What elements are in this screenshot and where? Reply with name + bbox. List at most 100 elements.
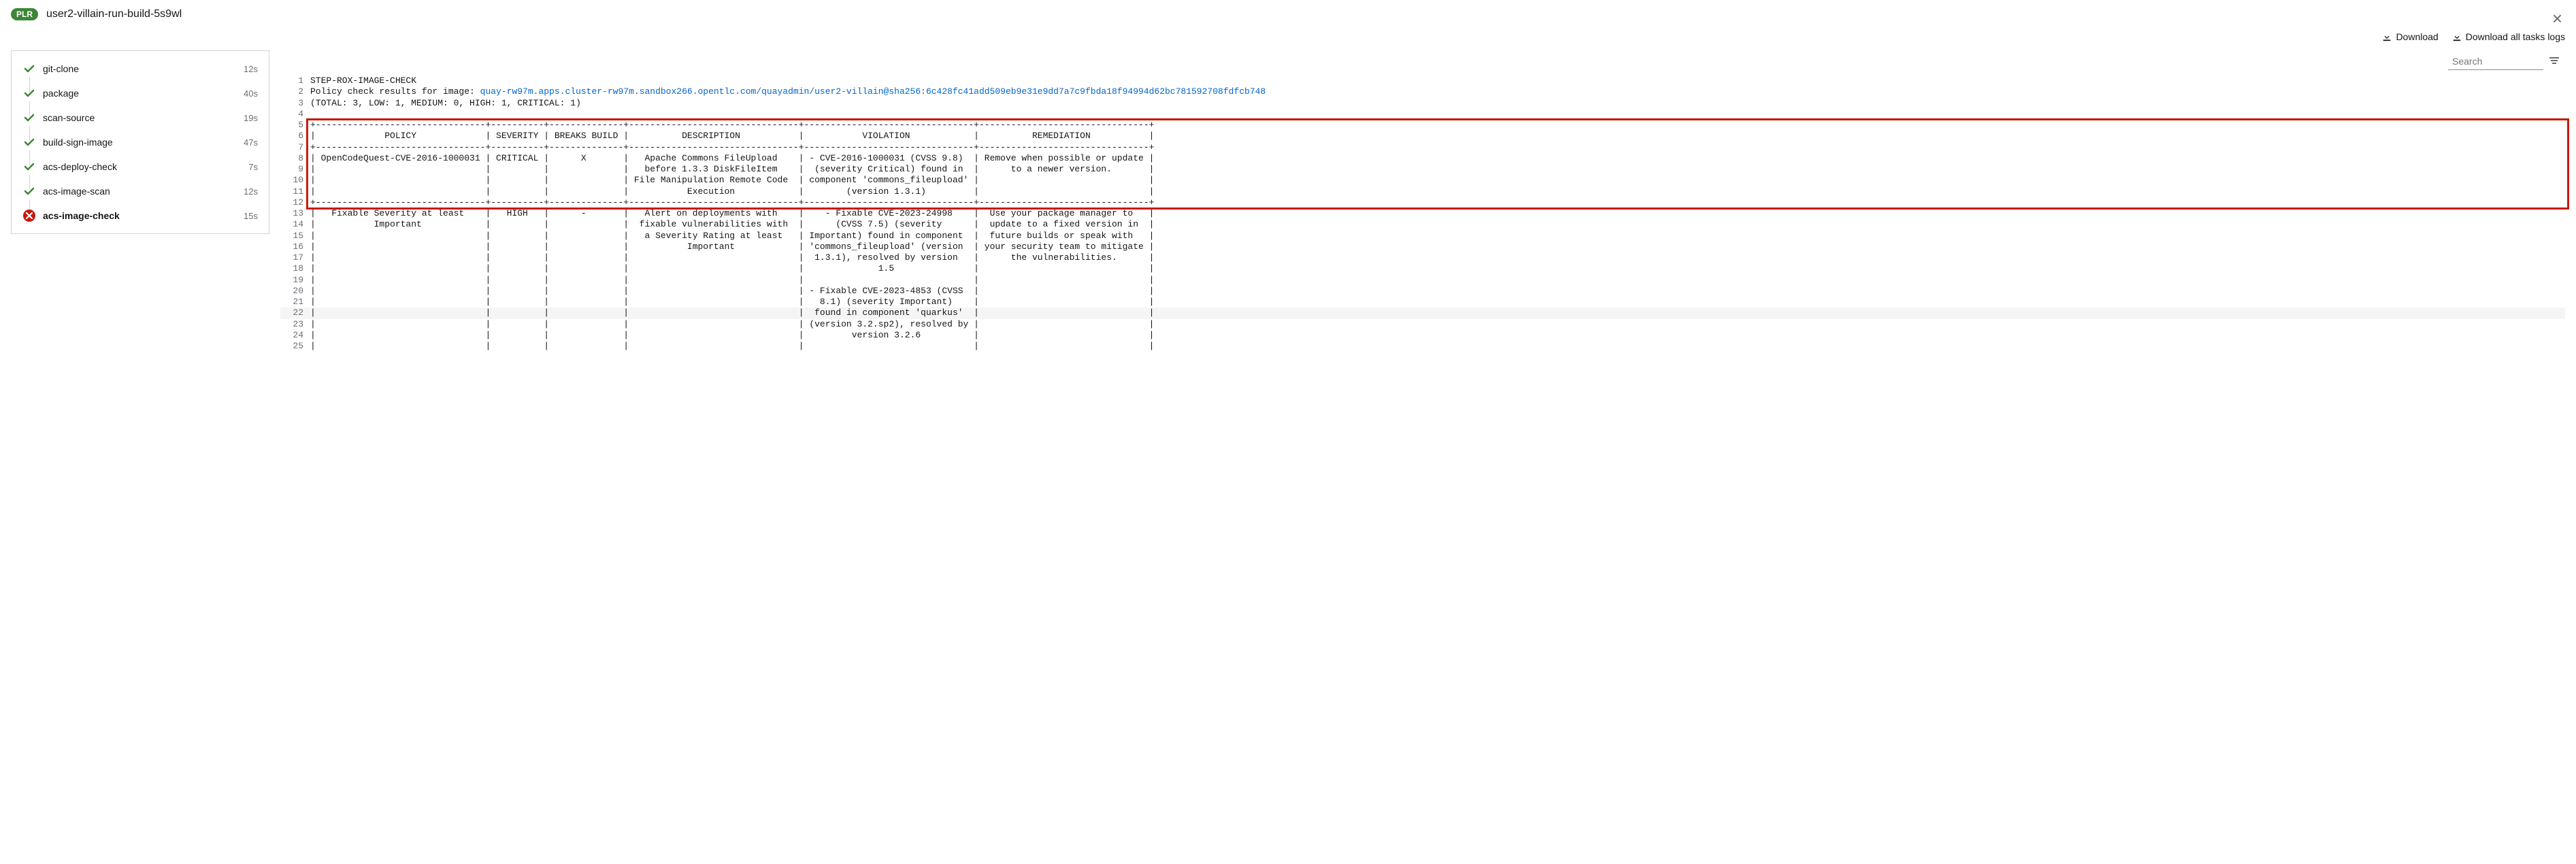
line-number: 11	[280, 186, 310, 197]
line-number: 16	[280, 242, 310, 252]
log-line: 1STEP-ROX-IMAGE-CHECK	[280, 76, 2565, 86]
log-text: | | | | | - Fixable CVE-2023-4853 (CVSS …	[310, 286, 2565, 297]
log-line: 7+--------------------------------+-----…	[280, 142, 2565, 153]
log-line: 10| | | | File Manipulation Remote Code …	[280, 175, 2565, 186]
log-line: 4	[280, 109, 2565, 120]
log-line: 3(TOTAL: 3, LOW: 1, MEDIUM: 0, HIGH: 1, …	[280, 98, 2565, 109]
download-icon	[2452, 32, 2462, 41]
line-number: 25	[280, 341, 310, 352]
log-line: 17| | | | | 1.3.1), resolved by version …	[280, 252, 2565, 263]
log-text	[310, 109, 2565, 120]
log-line: 20| | | | | - Fixable CVE-2023-4853 (CVS…	[280, 286, 2565, 297]
log-text: (TOTAL: 3, LOW: 1, MEDIUM: 0, HIGH: 1, C…	[310, 98, 2565, 109]
check-icon	[22, 111, 36, 124]
task-label: git-clone	[43, 63, 244, 74]
line-number: 14	[280, 219, 310, 230]
check-icon	[22, 86, 36, 100]
log-text: | | | | | | |	[310, 341, 2565, 352]
log-text: | | | | | 1.5 | |	[310, 263, 2565, 274]
log-text: | | | | a Severity Rating at least | Imp…	[310, 231, 2565, 242]
fail-icon	[22, 209, 36, 222]
log-text: STEP-ROX-IMAGE-CHECK	[310, 76, 2565, 86]
task-label: acs-deploy-check	[43, 161, 248, 172]
task-list: git-clone12spackage40sscan-source19sbuil…	[11, 50, 269, 234]
log-text: | OpenCodeQuest-CVE-2016-1000031 | CRITI…	[310, 153, 2565, 164]
log-line: 12+--------------------------------+----…	[280, 197, 2565, 208]
download-button[interactable]: Download	[2382, 31, 2438, 42]
search-input[interactable]	[2448, 53, 2543, 70]
log-line: 25| | | | | | |	[280, 341, 2565, 352]
task-time: 15s	[244, 211, 258, 221]
line-number: 7	[280, 142, 310, 153]
task-label: scan-source	[43, 112, 244, 123]
log-line: 23| | | | | (version 3.2.sp2), resolved …	[280, 319, 2565, 330]
line-number: 4	[280, 109, 310, 120]
log-text: +--------------------------------+------…	[310, 120, 2565, 131]
task-item-acs-image-check[interactable]: acs-image-check15s	[12, 203, 269, 228]
line-number: 6	[280, 131, 310, 142]
download-label: Download	[2396, 31, 2438, 42]
task-item-acs-image-scan[interactable]: acs-image-scan12s	[12, 179, 269, 203]
line-number: 5	[280, 120, 310, 131]
log-line: 16| | | | Important | 'commons_fileuploa…	[280, 242, 2565, 252]
log-line: 5+--------------------------------+-----…	[280, 120, 2565, 131]
task-item-acs-deploy-check[interactable]: acs-deploy-check7s	[12, 154, 269, 179]
line-number: 23	[280, 319, 310, 330]
log-text: | | | | | 1.3.1), resolved by version | …	[310, 252, 2565, 263]
log-panel: 1STEP-ROX-IMAGE-CHECK2Policy check resul…	[280, 50, 2565, 352]
task-item-package[interactable]: package40s	[12, 81, 269, 105]
download-all-button[interactable]: Download all tasks logs	[2452, 31, 2565, 42]
log-line: 19| | | | | | |	[280, 275, 2565, 286]
line-number: 9	[280, 164, 310, 175]
line-number: 10	[280, 175, 310, 186]
image-link[interactable]: quay-rw97m.apps.cluster-rw97m.sandbox266…	[480, 86, 1266, 97]
task-item-build-sign-image[interactable]: build-sign-image47s	[12, 130, 269, 154]
task-time: 19s	[244, 113, 258, 123]
line-number: 17	[280, 252, 310, 263]
log-line: 13| Fixable Severity at least | HIGH | -…	[280, 208, 2565, 219]
download-all-label: Download all tasks logs	[2466, 31, 2565, 42]
log-text: | Important | | | fixable vulnerabilitie…	[310, 219, 2565, 230]
log-text: Policy check results for image: quay-rw9…	[310, 86, 2565, 97]
log-line: 8| OpenCodeQuest-CVE-2016-1000031 | CRIT…	[280, 153, 2565, 164]
log-line: 14| Important | | | fixable vulnerabilit…	[280, 219, 2565, 230]
line-number: 20	[280, 286, 310, 297]
line-number: 15	[280, 231, 310, 242]
task-label: package	[43, 88, 244, 99]
task-item-scan-source[interactable]: scan-source19s	[12, 105, 269, 130]
line-number: 19	[280, 275, 310, 286]
line-number: 3	[280, 98, 310, 109]
line-number: 18	[280, 263, 310, 274]
task-time: 12s	[244, 186, 258, 197]
check-icon	[22, 62, 36, 76]
log-text: | POLICY | SEVERITY | BREAKS BUILD | DES…	[310, 131, 2565, 142]
log-text: | | | | | found in component 'quarkus' |…	[310, 308, 2565, 318]
log-line: 15| | | | a Severity Rating at least | I…	[280, 231, 2565, 242]
log-text: | | | | File Manipulation Remote Code | …	[310, 175, 2565, 186]
download-icon	[2382, 32, 2392, 41]
line-number: 13	[280, 208, 310, 219]
filter-icon[interactable]	[2549, 55, 2560, 68]
close-button[interactable]: ×	[2552, 8, 2562, 29]
page-title: user2-villain-run-build-5s9wl	[46, 8, 182, 20]
line-number: 1	[280, 76, 310, 86]
log-line: 22| | | | | found in component 'quarkus'…	[280, 308, 2565, 318]
check-icon	[22, 184, 36, 198]
task-label: acs-image-scan	[43, 186, 244, 197]
task-item-git-clone[interactable]: git-clone12s	[12, 56, 269, 81]
task-time: 47s	[244, 137, 258, 148]
plr-badge: PLR	[11, 8, 38, 20]
log-body: 1STEP-ROX-IMAGE-CHECK2Policy check resul…	[280, 76, 2565, 352]
check-icon	[22, 160, 36, 173]
log-line: 21| | | | | 8.1) (severity Important) | …	[280, 297, 2565, 308]
line-number: 24	[280, 330, 310, 341]
check-icon	[22, 135, 36, 149]
task-label: build-sign-image	[43, 137, 244, 148]
log-line: 2Policy check results for image: quay-rw…	[280, 86, 2565, 97]
log-text: | | | | | | |	[310, 275, 2565, 286]
log-text: | | | | Important | 'commons_fileupload'…	[310, 242, 2565, 252]
log-line: 9| | | | before 1.3.3 DiskFileItem | (se…	[280, 164, 2565, 175]
line-number: 2	[280, 86, 310, 97]
task-time: 12s	[244, 64, 258, 74]
line-number: 8	[280, 153, 310, 164]
